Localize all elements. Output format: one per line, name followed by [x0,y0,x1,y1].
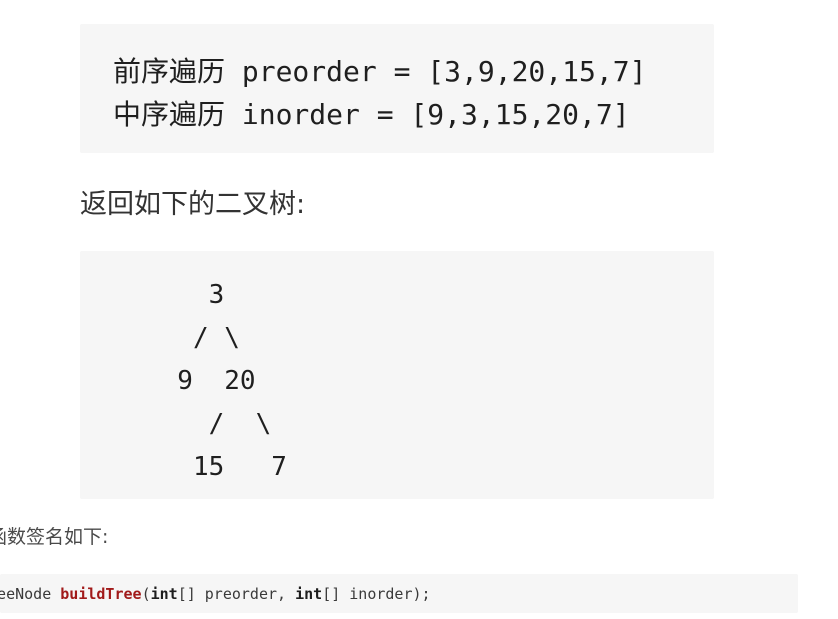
signature-code: TreeNode buildTree(int[] preorder, int[]… [0,584,431,604]
inorder-line: 中序遍历 inorder = [9,3,15,20,7] [113,98,630,131]
example-input-code: 前序遍历 preorder = [3,9,20,15,7] 中序遍历 inord… [113,50,646,136]
param1-rest: [] preorder, [177,585,296,603]
binary-tree-diagram: 3 / \ 9 20 / \ 15 7 [146,274,287,489]
tree-line: 9 20 [146,366,256,396]
tree-line: / \ [146,323,240,353]
tree-caption: 返回如下的二叉树: [80,189,306,220]
example-input-code-block: 前序遍历 preorder = [3,9,20,15,7] 中序遍历 inord… [80,24,714,153]
param2-rest: [] inorder); [322,585,431,603]
open-paren: ( [141,585,151,603]
signature-title: 函数签名如下: [0,526,109,548]
binary-tree-code-block: 3 / \ 9 20 / \ 15 7 [80,251,714,499]
preorder-line: 前序遍历 preorder = [3,9,20,15,7] [113,55,647,88]
tree-line: 3 [146,280,225,310]
param2-type: int [295,585,323,603]
signature-code-block: TreeNode buildTree(int[] preorder, int[]… [0,574,798,613]
tree-line: 15 7 [146,452,287,482]
function-name: buildTree [60,585,142,603]
param1-type: int [150,585,178,603]
tree-line: / \ [146,409,272,439]
return-type: TreeNode [0,585,52,603]
